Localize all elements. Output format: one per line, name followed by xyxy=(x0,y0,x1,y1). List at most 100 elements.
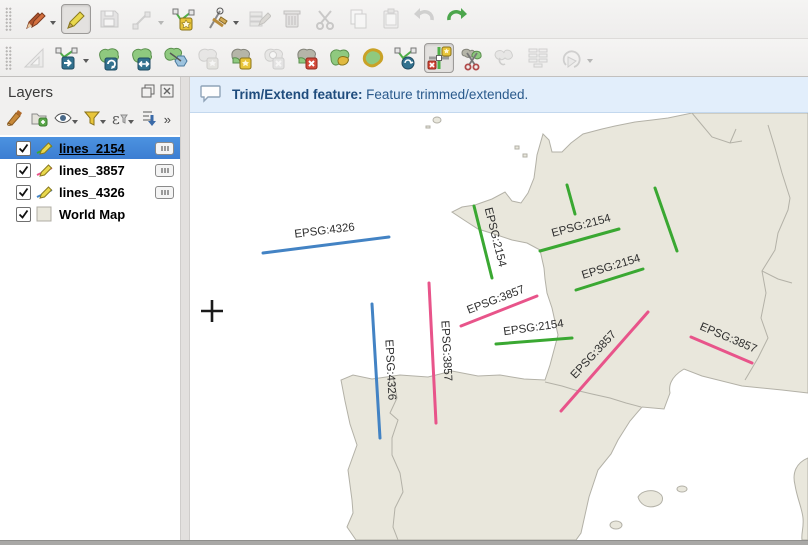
layer-name: lines_3857 xyxy=(59,163,125,178)
message-text: Trim/Extend feature: Feature trimmed/ext… xyxy=(232,87,528,102)
rotate-point-symbols-dropdown xyxy=(587,59,593,66)
epsilon-icon: ε xyxy=(112,110,120,128)
message-body: Feature trimmed/extended. xyxy=(366,87,528,102)
split-features-button[interactable] xyxy=(391,43,421,73)
delete-part-button[interactable] xyxy=(292,43,322,73)
add-ring-button[interactable] xyxy=(160,43,190,73)
set-square-icon xyxy=(21,45,47,71)
toggle-editing-button[interactable] xyxy=(61,4,91,34)
add-group-button[interactable] xyxy=(28,108,50,130)
layer-symbol-editing xyxy=(36,184,54,200)
map-column: Trim/Extend feature: Feature trimmed/ext… xyxy=(190,77,808,540)
blob-star-icon xyxy=(195,45,221,71)
status-bar-edge xyxy=(0,540,808,545)
filter-badge-icon xyxy=(120,112,128,127)
save-edits-button xyxy=(94,4,124,34)
merge-attributes-button xyxy=(523,43,553,73)
merge-blobs-icon xyxy=(492,45,518,71)
rotate-point-symbols-button xyxy=(556,43,586,73)
layer-symbol-fill xyxy=(36,206,54,222)
pencil-icon xyxy=(40,187,52,198)
current-edits-dropdown[interactable] xyxy=(50,21,56,28)
blob-red-x-icon xyxy=(294,45,320,71)
editable-indicator-icon[interactable] xyxy=(155,186,174,199)
trim-extend-button[interactable] xyxy=(424,43,454,73)
floppy-pencil-icon xyxy=(97,7,121,31)
layer-symbol-editing xyxy=(36,162,54,178)
blob-move-icon xyxy=(54,45,80,71)
segment-node-icon xyxy=(130,7,154,31)
panel-splitter[interactable] xyxy=(180,77,190,540)
close-icon xyxy=(160,84,174,101)
layer-row-lines-4326[interactable]: lines_4326 xyxy=(0,181,180,203)
layer-row-lines-2154[interactable]: lines_2154 xyxy=(0,137,180,159)
map-canvas[interactable]: EPSG:4326 EPSG:4326 EPSG:3857 EPSG:3857 … xyxy=(190,113,808,540)
panel-overflow-button[interactable]: » xyxy=(162,108,172,130)
qgis-window: { "toolbar_primary": { "buttons": [ {"na… xyxy=(0,0,808,542)
digitize-segment-button xyxy=(127,4,157,34)
trim-extend-icon xyxy=(426,45,452,71)
eye-icon xyxy=(54,111,72,128)
land-islet xyxy=(426,126,430,128)
layers-panel-header: Layers xyxy=(0,77,180,105)
current-edits-button[interactable] xyxy=(19,4,49,34)
speech-bubble-icon xyxy=(200,83,222,106)
chevron-down-icon xyxy=(100,120,106,127)
funnel-icon xyxy=(84,110,100,129)
add-part-button xyxy=(193,43,223,73)
redo-arrow-icon xyxy=(444,6,470,32)
fill-ring-button[interactable] xyxy=(226,43,256,73)
land-islet xyxy=(433,117,441,123)
vertex-nodes-icon xyxy=(171,6,197,32)
float-panel-button[interactable] xyxy=(140,85,155,100)
offset-curve-button[interactable] xyxy=(358,43,388,73)
layer-checkbox[interactable] xyxy=(16,207,31,222)
rotate-symbol-icon xyxy=(558,45,584,71)
expand-collapse-all-button[interactable] xyxy=(138,108,160,130)
main-content: Layers xyxy=(0,77,808,540)
multiedit-attributes-button xyxy=(244,4,274,34)
close-panel-button[interactable] xyxy=(159,85,174,100)
split-parts-button[interactable] xyxy=(457,43,487,73)
land-channel-island xyxy=(523,154,527,157)
manage-map-themes-button[interactable] xyxy=(52,108,80,130)
rotate-feature-button[interactable] xyxy=(94,43,124,73)
redo-button[interactable] xyxy=(442,4,472,34)
clipboard-icon xyxy=(379,7,403,31)
layer-checkbox[interactable] xyxy=(16,163,31,178)
merge-features-button xyxy=(490,43,520,73)
move-feature-button[interactable] xyxy=(52,43,82,73)
vertex-split-icon xyxy=(393,45,419,71)
blob-yellow-star-icon xyxy=(228,45,254,71)
open-layer-styling-button[interactable] xyxy=(4,108,26,130)
editable-indicator-icon[interactable] xyxy=(155,164,174,177)
land-menorca xyxy=(677,486,687,492)
map-svg: EPSG:4326 EPSG:4326 EPSG:3857 EPSG:3857 … xyxy=(190,113,808,540)
delete-selected-button xyxy=(277,4,307,34)
advanced-edit-tools-button[interactable] xyxy=(202,4,232,34)
layer-checkbox[interactable] xyxy=(16,185,31,200)
collapse-tree-icon xyxy=(140,109,158,130)
toolbar-drag-handle-2[interactable] xyxy=(5,46,12,70)
filter-by-expression-button[interactable]: ε xyxy=(110,108,136,130)
layer-symbol-editing xyxy=(36,140,54,156)
multiedit-icon xyxy=(247,7,271,31)
message-title: Trim/Extend feature: xyxy=(232,87,363,102)
editable-indicator-icon[interactable] xyxy=(155,142,174,155)
cad-tools-button xyxy=(19,43,49,73)
filter-legend-button[interactable] xyxy=(82,108,108,130)
layers-panel-toolbar: ε » xyxy=(0,105,180,133)
toolbar-drag-handle[interactable] xyxy=(5,7,12,31)
simplify-feature-button[interactable] xyxy=(127,43,157,73)
bean-outline-icon xyxy=(360,45,386,71)
vertex-tool-button[interactable] xyxy=(169,4,199,34)
advanced-edit-tools-dropdown[interactable] xyxy=(233,21,239,28)
layer-row-world-map[interactable]: World Map xyxy=(0,203,180,225)
yellow-pencil-icon xyxy=(64,7,88,31)
layer-row-lines-3857[interactable]: lines_3857 xyxy=(0,159,180,181)
scissors-blobs-icon xyxy=(459,45,485,71)
layer-checkbox[interactable] xyxy=(16,141,31,156)
reshape-features-button[interactable] xyxy=(325,43,355,73)
layers-panel: Layers xyxy=(0,77,180,540)
move-feature-dropdown[interactable] xyxy=(83,59,89,66)
